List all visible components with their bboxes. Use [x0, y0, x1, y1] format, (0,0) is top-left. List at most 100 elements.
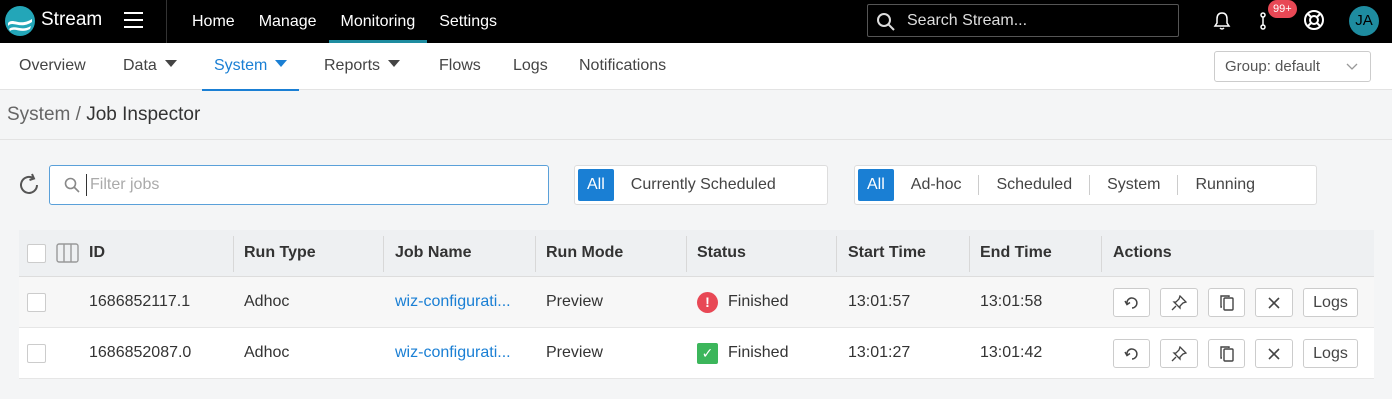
- subnav-system-label: System: [214, 57, 268, 74]
- job-name-link[interactable]: wiz-configurati...: [395, 277, 511, 327]
- cancel-job-button[interactable]: [1255, 339, 1293, 368]
- pin-button[interactable]: [1160, 288, 1198, 317]
- subnav-notifications[interactable]: Notifications: [579, 43, 666, 90]
- user-avatar[interactable]: JA: [1349, 6, 1379, 36]
- scope-all[interactable]: All: [578, 169, 614, 201]
- subnav-logs[interactable]: Logs: [513, 43, 548, 90]
- sub-nav: Overview Data System Reports Flows Logs …: [0, 43, 1392, 91]
- close-icon: [1268, 347, 1280, 360]
- table-header: ID Run Type Job Name Run Mode Status Sta…: [19, 230, 1374, 277]
- rerun-button[interactable]: [1113, 288, 1150, 317]
- logs-button[interactable]: Logs: [1303, 339, 1358, 368]
- topnav-manage[interactable]: Manage: [247, 0, 329, 43]
- success-icon: ✓: [697, 342, 718, 364]
- top-nav: Home Manage Monitoring Settings: [180, 0, 509, 43]
- subnav-data-label: Data: [123, 57, 157, 74]
- caret-down-icon: [388, 60, 401, 67]
- type-segmented-control: All Ad-hoc Scheduled System Running: [854, 165, 1317, 205]
- copy-button[interactable]: [1208, 288, 1245, 317]
- cell-start-time: 13:01:27: [848, 344, 911, 361]
- type-all[interactable]: All: [858, 169, 894, 201]
- topnav-settings[interactable]: Settings: [427, 0, 509, 43]
- scope-currently-scheduled[interactable]: Currently Scheduled: [614, 169, 793, 201]
- topnav-monitoring[interactable]: Monitoring: [328, 0, 428, 43]
- type-system[interactable]: System: [1090, 169, 1177, 201]
- type-scheduled[interactable]: Scheduled: [979, 169, 1089, 201]
- subnav-overview-label: Overview: [19, 57, 86, 74]
- header-run-mode[interactable]: Run Mode: [546, 230, 623, 276]
- copy-icon: [1219, 345, 1234, 362]
- group-select[interactable]: Group: default: [1214, 51, 1371, 82]
- help-icon[interactable]: [1303, 9, 1325, 31]
- pin-icon: [1171, 345, 1187, 361]
- notification-badge: 99+: [1268, 0, 1297, 18]
- filter-jobs-field[interactable]: [49, 165, 549, 205]
- rerun-button[interactable]: [1113, 339, 1150, 368]
- cell-id: 1686852117.1: [89, 293, 191, 310]
- rerun-icon: [1123, 347, 1138, 360]
- filter-jobs-input[interactable]: [86, 174, 526, 196]
- pin-icon: [1171, 294, 1187, 310]
- subnav-system[interactable]: System: [202, 43, 300, 91]
- header-run-type[interactable]: Run Type: [244, 230, 316, 276]
- type-running[interactable]: Running: [1178, 169, 1272, 201]
- breadcrumb: System / Job Inspector: [7, 104, 200, 126]
- header-actions: Actions: [1113, 244, 1172, 261]
- subnav-notifications-label: Notifications: [579, 57, 667, 74]
- row-checkbox[interactable]: [27, 292, 46, 312]
- stream-logo-icon[interactable]: [5, 6, 35, 36]
- subnav-flows-label: Flows: [439, 57, 481, 74]
- cell-status: ! Finished: [697, 277, 788, 327]
- cell-run-mode: Preview: [546, 293, 603, 310]
- header-job-name[interactable]: Job Name: [395, 230, 471, 276]
- breadcrumb-current: Job Inspector: [86, 104, 201, 125]
- cell-end-time: 13:01:58: [980, 293, 1043, 310]
- cell-end-time: 13:01:42: [980, 344, 1043, 361]
- cancel-job-button[interactable]: [1255, 288, 1293, 317]
- copy-button[interactable]: [1208, 339, 1245, 368]
- search-placeholder: Search Stream...: [907, 12, 1028, 29]
- header-status[interactable]: Status: [697, 230, 746, 276]
- subnav-flows[interactable]: Flows: [439, 43, 481, 90]
- job-name-link[interactable]: wiz-configurati...: [395, 328, 511, 378]
- row-checkbox[interactable]: [27, 343, 46, 363]
- header-start-time[interactable]: Start Time: [848, 230, 926, 276]
- subnav-reports-label: Reports: [324, 57, 381, 74]
- logs-button[interactable]: Logs: [1303, 288, 1358, 317]
- rerun-icon: [1123, 296, 1138, 309]
- error-icon: !: [697, 291, 718, 313]
- header-id[interactable]: ID: [89, 230, 105, 276]
- table-row[interactable]: 1686852087.0 Adhoc wiz-configurati... Pr…: [19, 328, 1374, 379]
- global-search[interactable]: Search Stream...: [867, 4, 1179, 37]
- scope-segmented-control: All Currently Scheduled: [574, 165, 828, 205]
- search-icon: [877, 13, 895, 31]
- subnav-reports[interactable]: Reports: [324, 43, 401, 90]
- close-icon: [1268, 296, 1280, 309]
- chevron-down-icon: [1346, 63, 1358, 70]
- refresh-icon[interactable]: [17, 173, 41, 197]
- cell-id: 1686852087.0: [89, 344, 192, 361]
- table-row[interactable]: 1686852117.1 Adhoc wiz-configurati... Pr…: [19, 277, 1374, 328]
- columns-icon[interactable]: [56, 243, 79, 263]
- cell-status: ✓ Finished: [697, 328, 788, 378]
- type-adhoc[interactable]: Ad-hoc: [894, 169, 979, 201]
- subnav-overview[interactable]: Overview: [19, 43, 86, 90]
- divider: [166, 0, 167, 43]
- app-name[interactable]: Stream: [41, 9, 102, 31]
- subnav-logs-label: Logs: [513, 57, 548, 74]
- menu-icon[interactable]: [124, 12, 143, 28]
- bell-icon[interactable]: [1213, 11, 1231, 31]
- breadcrumb-parent[interactable]: System: [7, 104, 70, 125]
- subnav-data[interactable]: Data: [123, 43, 177, 90]
- cell-run-type: Adhoc: [244, 293, 290, 310]
- caret-down-icon: [164, 60, 177, 67]
- top-bar: Stream Home Manage Monitoring Settings S…: [0, 0, 1392, 43]
- pin-button[interactable]: [1160, 339, 1198, 368]
- cell-start-time: 13:01:57: [848, 293, 911, 310]
- header-end-time[interactable]: End Time: [980, 230, 1052, 276]
- breadcrumb-separator: /: [70, 104, 87, 125]
- jobs-table: ID Run Type Job Name Run Mode Status Sta…: [19, 230, 1374, 379]
- select-all-checkbox[interactable]: [27, 243, 46, 263]
- group-select-value: Group: default: [1225, 58, 1321, 75]
- topnav-home[interactable]: Home: [180, 0, 247, 43]
